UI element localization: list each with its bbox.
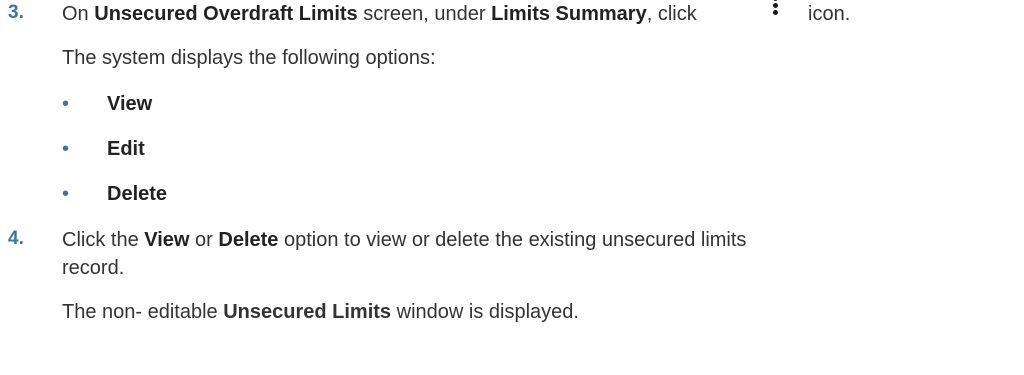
section-name: Limits Summary: [491, 3, 647, 25]
option-delete-ref: Delete: [218, 229, 279, 251]
option-edit: Edit: [107, 138, 145, 160]
step-4-instruction-line2: record.: [62, 257, 125, 279]
step-4-instruction-line1: Click the View or Delete option to view …: [62, 229, 747, 251]
step-4-result: The non- editable Unsecured Limits windo…: [62, 301, 579, 323]
icon-word: icon.: [808, 3, 851, 25]
window-name: Unsecured Limits: [223, 301, 392, 323]
option-delete: Delete: [107, 183, 168, 205]
option-view: View: [107, 93, 153, 115]
step-number: 3.: [8, 2, 24, 23]
step-3-result: The system displays the following option…: [62, 47, 436, 69]
kebab-menu-icon: [772, 0, 780, 24]
step-number: 4.: [8, 228, 24, 249]
bullet-icon: •: [62, 138, 70, 160]
option-view-ref: View: [144, 229, 190, 251]
bullet-icon: •: [62, 183, 70, 205]
bullet-icon: •: [62, 93, 70, 115]
screen-name: Unsecured Overdraft Limits: [94, 3, 358, 25]
step-3-instruction: On Unsecured Overdraft Limits screen, un…: [62, 3, 697, 25]
